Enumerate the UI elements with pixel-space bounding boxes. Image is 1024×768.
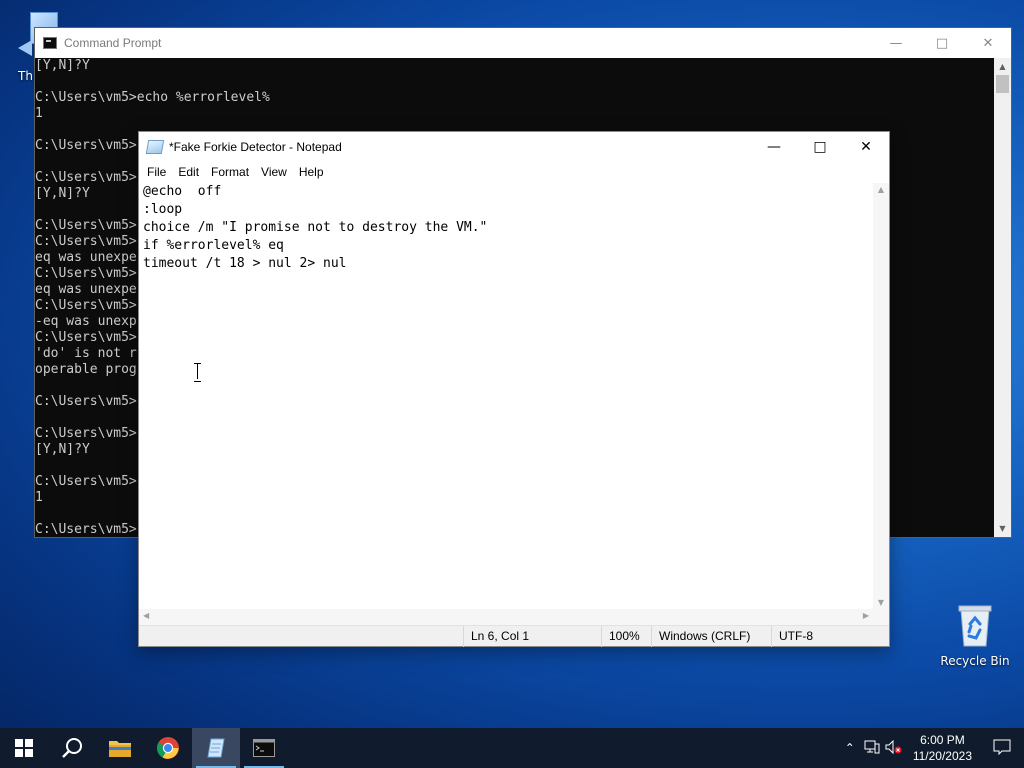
cmd-scroll-thumb[interactable] <box>996 75 1009 93</box>
shortcut-arrow-icon <box>18 40 32 56</box>
chrome-icon <box>157 737 179 759</box>
cmd-output-line <box>35 74 995 90</box>
menu-view[interactable]: View <box>255 165 293 179</box>
scroll-up-icon[interactable]: ▲ <box>994 58 1011 75</box>
cmd-titlebar[interactable]: Command Prompt — □ ✕ <box>35 28 1011 58</box>
notepad-minimize-button[interactable]: — <box>751 132 797 162</box>
scroll-down-icon[interactable]: ▼ <box>873 598 889 607</box>
cmd-title: Command Prompt <box>64 36 162 50</box>
notifications-icon[interactable] <box>980 739 1024 758</box>
scroll-up-icon[interactable]: ▲ <box>873 185 889 194</box>
status-encoding: UTF-8 <box>771 625 889 647</box>
cmd-maximize-button[interactable]: □ <box>919 28 965 58</box>
menu-file[interactable]: File <box>141 165 172 179</box>
file-explorer-button[interactable] <box>96 728 144 768</box>
system-tray: ⌃ 6:00 PM 11/20/2023 <box>839 728 1024 768</box>
taskbar: ⌃ 6:00 PM 11/20/2023 <box>0 728 1024 768</box>
recycle-bin[interactable]: Recycle Bin <box>940 602 1010 668</box>
notepad-title: *Fake Forkie Detector - Notepad <box>169 139 342 154</box>
start-button[interactable] <box>0 728 48 768</box>
notepad-maximize-button[interactable]: □ <box>797 132 843 162</box>
menu-edit[interactable]: Edit <box>172 165 205 179</box>
menu-format[interactable]: Format <box>205 165 255 179</box>
notepad-menubar: File Edit Format View Help <box>139 161 889 183</box>
notepad-close-button[interactable]: ✕ <box>843 132 889 162</box>
notepad-app-icon <box>145 139 165 154</box>
clock-time: 6:00 PM <box>920 733 965 747</box>
notepad-status-bar: Ln 6, Col 1 100% Windows (CRLF) UTF-8 <box>139 625 889 647</box>
windows-logo-icon <box>15 739 33 757</box>
network-icon[interactable] <box>861 740 883 757</box>
notepad-titlebar[interactable]: *Fake Forkie Detector - Notepad — □ ✕ <box>139 132 889 161</box>
terminal-icon <box>253 739 275 757</box>
menu-help[interactable]: Help <box>293 165 330 179</box>
show-hidden-icons-icon[interactable]: ⌃ <box>839 741 861 755</box>
cmd-app-icon <box>43 37 57 49</box>
scroll-right-icon[interactable]: ▶ <box>863 611 869 620</box>
notepad-content: @echo off :loop choice /m "I promise not… <box>143 184 488 271</box>
notepad-vertical-scrollbar[interactable]: ▲ ▼ <box>873 183 889 609</box>
notepad-icon <box>207 738 225 758</box>
status-zoom: 100% <box>601 625 651 647</box>
recycle-bin-label: Recycle Bin <box>940 654 1010 668</box>
cmd-output-line: [Y,N]?Y <box>35 58 90 73</box>
search-button[interactable] <box>48 728 96 768</box>
scroll-left-icon[interactable]: ◀ <box>143 611 149 620</box>
scrollbar-corner <box>873 609 889 625</box>
notepad-text-area[interactable]: @echo off :loop choice /m "I promise not… <box>139 183 875 609</box>
search-icon <box>62 738 82 758</box>
notepad-taskbar-button[interactable] <box>192 728 240 768</box>
scroll-down-icon[interactable]: ▼ <box>994 520 1011 537</box>
cmd-output-line: 1 <box>35 106 43 121</box>
notepad-window[interactable]: *Fake Forkie Detector - Notepad — □ ✕ Fi… <box>138 131 890 647</box>
text-cursor-icon <box>193 363 202 382</box>
clock-date: 11/20/2023 <box>912 749 972 763</box>
clock[interactable]: 6:00 PM 11/20/2023 <box>905 732 980 764</box>
chrome-button[interactable] <box>144 728 192 768</box>
desktop-icon-label: Th <box>18 69 33 83</box>
cmd-output-line: C:\Users\vm5>echo %errorlevel% <box>35 90 270 105</box>
cmd-minimize-button[interactable]: — <box>873 28 919 58</box>
folder-icon <box>109 741 131 757</box>
notepad-horizontal-scrollbar[interactable]: ◀ ▶ <box>139 609 875 625</box>
status-cursor-position: Ln 6, Col 1 <box>463 625 601 647</box>
cmd-close-button[interactable]: ✕ <box>965 28 1011 58</box>
recycle-bin-icon <box>955 602 995 648</box>
cmd-scrollbar[interactable]: ▲ ▼ <box>994 58 1011 537</box>
volume-muted-icon[interactable] <box>883 739 905 757</box>
status-line-ending: Windows (CRLF) <box>651 625 771 647</box>
command-prompt-taskbar-button[interactable] <box>240 728 288 768</box>
